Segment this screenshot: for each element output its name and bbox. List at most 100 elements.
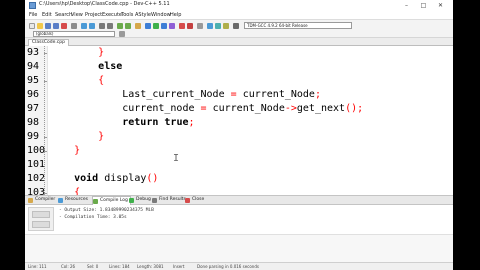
menu-project[interactable]: Project: [85, 12, 102, 18]
abort-compilation-button[interactable]: [32, 211, 50, 218]
tab-compiler[interactable]: Compiler: [28, 197, 55, 203]
code-line[interactable]: 95 {: [25, 74, 453, 88]
line-number: 100: [27, 145, 46, 156]
maximize-button[interactable]: □: [416, 0, 431, 11]
compile-log-blank-area: [25, 234, 453, 262]
menu-execute[interactable]: Execute: [102, 12, 122, 18]
insert-icon[interactable]: [215, 23, 221, 29]
code-text: }: [74, 145, 81, 156]
fold-tick: [44, 137, 47, 138]
compile-icon[interactable]: [145, 23, 151, 29]
open-folder-icon[interactable]: [37, 23, 43, 29]
compile-log-panel: - Output Size: 1.83489990234375 MiB - Co…: [25, 205, 453, 234]
output-size-line: - Output Size: 1.83489990234375 MiB: [59, 208, 154, 213]
menu-search[interactable]: Search: [55, 12, 72, 18]
goto-line-icon[interactable]: [233, 23, 239, 29]
line-number: 102: [27, 173, 46, 184]
code-text: }: [98, 131, 105, 142]
code-text: return true;: [122, 117, 195, 128]
undo-icon[interactable]: [81, 23, 87, 29]
menu-edit[interactable]: Edit: [42, 12, 52, 18]
replace-icon[interactable]: [107, 23, 113, 29]
line-number: 96: [27, 89, 40, 100]
profile-icon[interactable]: [197, 23, 203, 29]
globals-select[interactable]: (globals): [33, 31, 115, 37]
tab-find-results[interactable]: Find Results: [152, 197, 186, 203]
tab-compile-log[interactable]: Compile Log: [92, 196, 131, 205]
minimize-button[interactable]: –: [399, 0, 414, 11]
indent-icon[interactable]: [117, 23, 123, 29]
compiler-select[interactable]: TDM-GCC 4.9.2 64-bit Release: [244, 22, 352, 29]
line-number: 103: [27, 187, 46, 195]
code-line[interactable]: 101: [25, 158, 453, 172]
mouse-cursor: I: [173, 153, 180, 164]
compiler-icon: [28, 198, 33, 203]
line-number: 95: [27, 75, 40, 86]
code-line[interactable]: 102 void display(): [25, 172, 453, 186]
line-number: 93: [27, 47, 40, 58]
new-class-icon[interactable]: [207, 23, 213, 29]
menu-help[interactable]: Help: [170, 12, 181, 18]
code-line[interactable]: 99 }: [25, 130, 453, 144]
unindent-icon[interactable]: [125, 23, 131, 29]
code-line[interactable]: 93 }: [25, 46, 453, 60]
print-icon[interactable]: [71, 23, 77, 29]
code-line[interactable]: 98 return true;: [25, 116, 453, 130]
toggle-bookmark-icon[interactable]: [223, 23, 229, 29]
redo-icon[interactable]: [89, 23, 95, 29]
new-file-icon[interactable]: [29, 23, 35, 29]
status-lines: Lines: 184: [109, 264, 130, 269]
status-parse: Done parsing in 0.016 seconds: [197, 264, 259, 269]
close-file-icon[interactable]: [61, 23, 67, 29]
code-text: Last_current_Node = current_Node;: [122, 89, 321, 100]
save-icon[interactable]: [45, 23, 51, 29]
menu-tools[interactable]: Tools: [121, 12, 133, 18]
file-tab-bar: ClassCode.cpp: [25, 38, 453, 46]
close-panel-icon: [185, 198, 190, 203]
title-bar: C:\Users\hp\Desktop\ClassCode.cpp - Dev-…: [25, 0, 453, 11]
code-text: {: [74, 187, 81, 195]
bottom-panel-tabs: Compiler Resources Compile Log Debug Fin…: [25, 195, 453, 205]
stop-execution-icon[interactable]: [187, 23, 193, 29]
code-editor[interactable]: 93 } 94 else 95 {96 Last_current_Node = cu…: [25, 46, 453, 195]
code-line[interactable]: 94 else: [25, 60, 453, 74]
compile-log-side-buttons: [28, 207, 54, 231]
toolbar: TDM-GCC 4.9.2 64-bit Release (globals): [25, 20, 453, 38]
rebuild-all-icon[interactable]: [169, 23, 175, 29]
code-text: }: [98, 47, 105, 58]
devcpp-app-icon: [29, 2, 36, 9]
code-line[interactable]: 96 Last_current_Node = current_Node;: [25, 88, 453, 102]
fold-tick: [44, 81, 47, 82]
code-line[interactable]: 100 }: [25, 144, 453, 158]
close-button[interactable]: ✕: [433, 0, 448, 11]
compile-run-icon[interactable]: [161, 23, 167, 29]
code-line[interactable]: 103 {: [25, 186, 453, 195]
toggle-comment-icon[interactable]: [135, 23, 141, 29]
line-number: 98: [27, 117, 40, 128]
tab-resources[interactable]: Resources: [58, 197, 88, 203]
tab-close[interactable]: Close: [185, 197, 204, 203]
tab-classcode[interactable]: ClassCode.cpp: [28, 39, 69, 46]
menu-view[interactable]: View: [71, 12, 83, 18]
status-length: Length: 3081: [137, 264, 164, 269]
shorten-paths-button[interactable]: [32, 221, 50, 228]
debug-icon[interactable]: [179, 23, 185, 29]
line-number: 99: [27, 131, 40, 142]
debug-tab-icon: [129, 198, 134, 203]
letterbox-left: [0, 0, 25, 270]
class-browser-icon[interactable]: [119, 31, 125, 37]
status-sel: Sel: 0: [87, 264, 99, 269]
menu-astyle[interactable]: AStyle: [135, 12, 151, 18]
fold-tick: [44, 151, 47, 152]
window-title: C:\Users\hp\Desktop\ClassCode.cpp - Dev-…: [39, 1, 170, 7]
run-icon[interactable]: [153, 23, 159, 29]
status-line: Line: 111: [28, 264, 47, 269]
menu-file[interactable]: File: [29, 12, 37, 18]
code-line[interactable]: 97 current_node = current_Node->get_next…: [25, 102, 453, 116]
tab-debug[interactable]: Debug: [129, 197, 151, 203]
save-all-icon[interactable]: [53, 23, 59, 29]
menu-window[interactable]: Window: [151, 12, 171, 18]
code-text: void display(): [74, 173, 159, 184]
code-text: current_node = current_Node->get_next();: [122, 103, 364, 114]
find-icon[interactable]: [99, 23, 105, 29]
